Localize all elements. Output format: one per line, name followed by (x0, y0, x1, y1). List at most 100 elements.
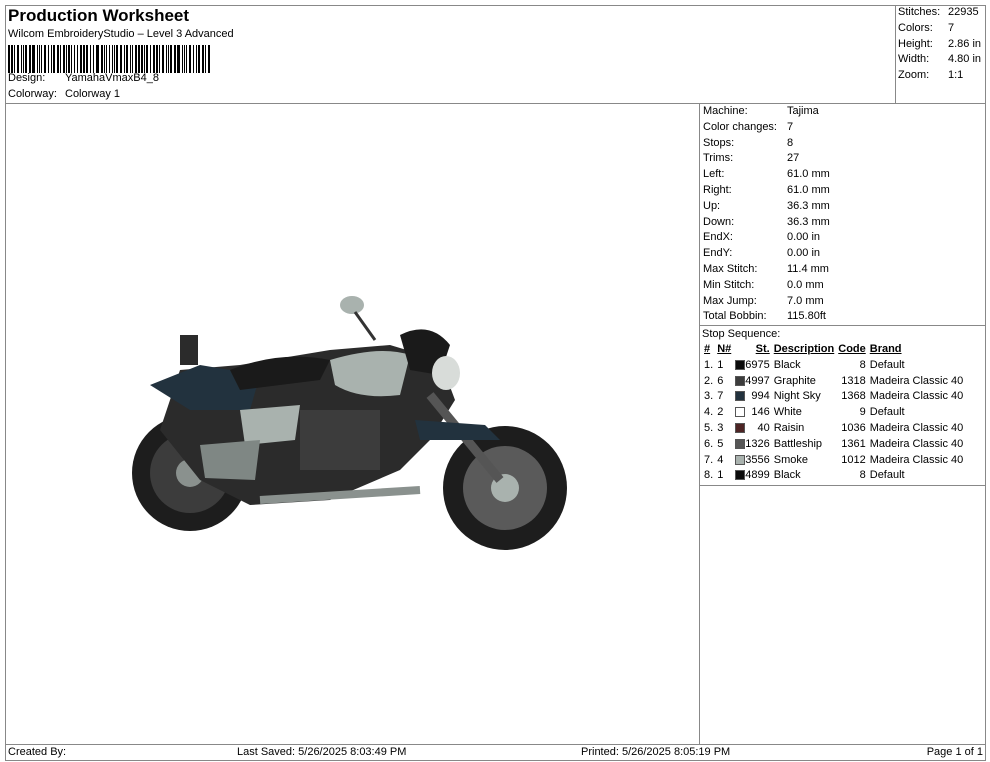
barcode-bar (20, 45, 22, 73)
barcode-bar (138, 45, 140, 73)
thread-code: 9 (859, 406, 866, 419)
info-value: 11.4 mm (787, 262, 829, 275)
info-row: Stops: 8 (703, 136, 983, 152)
thread-code: 1036 (841, 421, 866, 434)
summary-label: Zoom: (898, 69, 930, 82)
barcode-bar (8, 45, 10, 73)
barcode-bar (109, 45, 110, 73)
barcode-bar (51, 45, 53, 73)
info-label: EndY: (703, 247, 733, 260)
barcode-bar (162, 45, 164, 73)
stop-sequence-caption: Stop Sequence: (702, 328, 781, 340)
barcode-bar (97, 45, 100, 73)
summary-value: 4.80 in (948, 53, 982, 66)
barcode-bar (169, 45, 172, 73)
col-needle: N# (717, 343, 732, 355)
info-row: Min Stitch: 0.0 mm (703, 278, 983, 294)
info-row: Max Jump: 7.0 mm (703, 294, 983, 310)
info-label: Max Jump: (703, 294, 757, 307)
thread-description: Black (773, 469, 801, 482)
summary-label: Colors: (898, 21, 933, 34)
barcode-bar (123, 45, 125, 73)
stop-row: 6. 5 1326 Battleship 1361 Madeira Classic 40 (702, 437, 965, 453)
color-swatch (735, 375, 746, 386)
thread-brand: Default (869, 406, 905, 419)
col-brand: Brand (869, 343, 902, 355)
barcode-bar (28, 45, 31, 73)
thread-description: White (773, 406, 802, 419)
info-value: 115.80ft (787, 310, 826, 323)
color-swatch (735, 454, 746, 465)
stitch-count: 40 (733, 421, 771, 437)
stitch-count-value: 40 (757, 421, 770, 434)
info-value: Tajima (787, 105, 819, 117)
barcode-bar (68, 45, 71, 73)
info-row: Machine: Tajima (703, 104, 983, 120)
stitch-count: 146 (733, 405, 771, 421)
barcode-bar (202, 45, 204, 73)
barcode-bar (152, 45, 155, 73)
barcode-bar (116, 45, 119, 73)
needle-number: 4 (717, 453, 724, 466)
stitch-count-value: 6975 (745, 358, 770, 371)
barcode-bar (173, 45, 176, 73)
barcode-bar (198, 45, 201, 73)
needle-number: 1 (717, 469, 724, 482)
stitch-count: 4899 (733, 468, 771, 484)
info-label: Color changes: (703, 120, 777, 133)
stop-index: 5. (704, 421, 714, 434)
summary-box: Stitches: 22935 Colors: 7 Height: 2.86 in Widt… (895, 5, 986, 104)
thread-description: Battleship (773, 437, 823, 450)
thread-code: 8 (859, 469, 866, 482)
motorcycle-embroidery-image (132, 296, 567, 550)
stop-row: 2. 6 4997 Graphite 1318 Madeira Classic 40 (702, 374, 965, 390)
thread-brand: Default (869, 358, 905, 371)
info-label: Right: (703, 183, 732, 196)
stitch-count: 3556 (733, 453, 771, 469)
info-value: 0.00 in (787, 247, 821, 260)
info-value: 61.0 mm (787, 183, 830, 196)
info-row: Color changes: 7 (703, 120, 983, 136)
barcode-bar (41, 45, 42, 73)
col-code: Code (838, 343, 866, 355)
info-row: Max Stitch: 11.4 mm (703, 262, 983, 278)
barcode-bar (86, 45, 88, 73)
summary-label: Width: (898, 53, 930, 66)
stitch-count-value: 4997 (745, 374, 770, 387)
barcode-bar (149, 45, 151, 73)
barcode-bar (89, 45, 92, 73)
color-swatch (735, 438, 746, 449)
machine-info: Machine: Tajima Color changes: 7 Stops: 8 Trim… (700, 104, 986, 325)
info-row: Up: 36.3 mm (703, 199, 983, 215)
barcode-bar (204, 45, 206, 73)
barcode-bar (53, 45, 56, 73)
barcode-bar (105, 45, 108, 73)
barcode-bar (181, 45, 183, 73)
info-row: Trims: 27 (703, 151, 983, 167)
thread-description: Night Sky (773, 390, 821, 403)
header: Production Worksheet Wilcom EmbroiderySt… (5, 5, 986, 104)
stop-row: 8. 1 4899 Black 8 Default (702, 468, 965, 484)
thread-code: 1318 (841, 374, 866, 387)
barcode-bar (73, 45, 76, 73)
stop-row: 7. 4 3556 Smoke 1012 Madeira Classic 40 (702, 453, 965, 469)
barcode-bar (186, 45, 187, 73)
summary-row: Width: 4.80 in (898, 52, 984, 68)
col-stitches: St. (755, 343, 770, 355)
stitch-count-value: 3556 (745, 453, 770, 466)
barcode-bar (10, 45, 13, 73)
info-value: 61.0 mm (787, 168, 830, 181)
needle-number: 2 (717, 406, 724, 419)
software-name: Wilcom EmbroideryStudio – Level 3 Advanc… (8, 28, 234, 40)
stop-index: 6. (704, 437, 714, 450)
stop-row: 4. 2 146 White 9 Default (702, 405, 965, 421)
stitch-count-value: 1326 (745, 437, 770, 450)
barcode-bar (120, 45, 122, 73)
barcode-bar (59, 45, 61, 73)
barcode-bar (65, 45, 68, 73)
thread-brand: Madeira Classic 40 (869, 421, 964, 434)
summary-row: Height: 2.86 in (898, 37, 984, 53)
color-swatch (735, 407, 746, 418)
stop-index: 8. (704, 469, 714, 482)
thread-code: 8 (859, 358, 866, 371)
